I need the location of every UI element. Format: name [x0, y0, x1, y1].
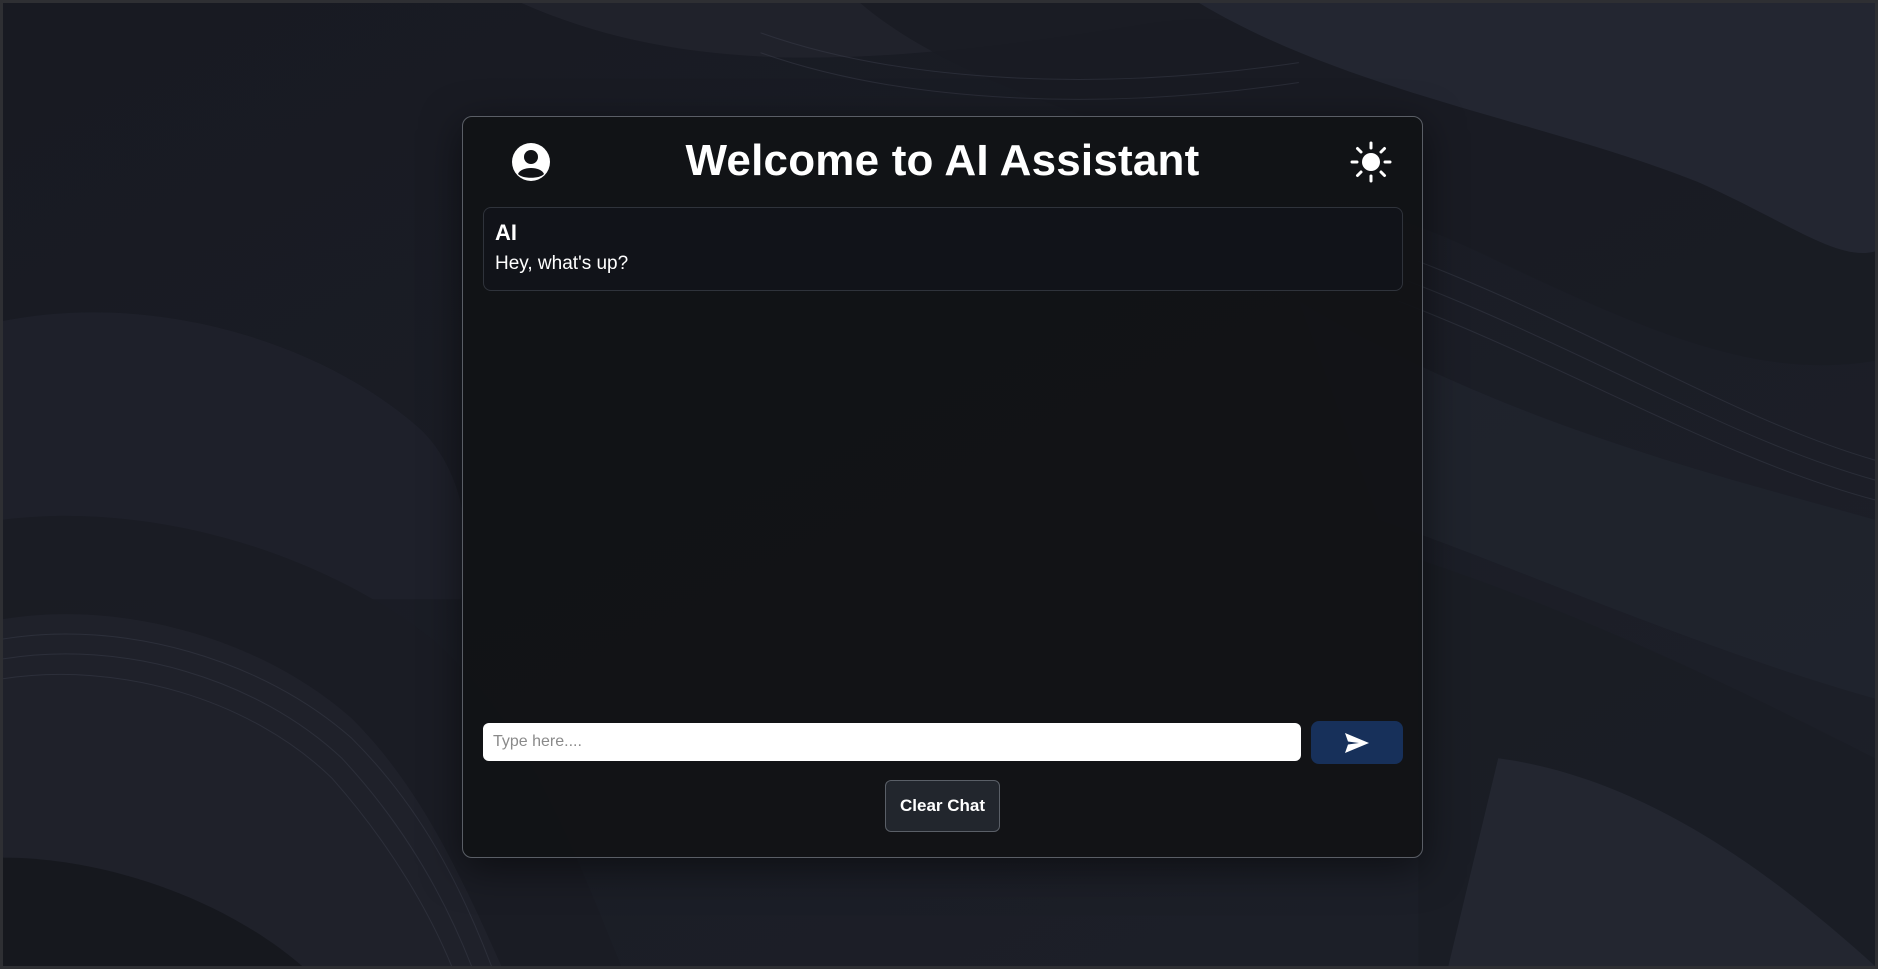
page-title: Welcome to AI Assistant	[685, 136, 1200, 185]
message-sender: AI	[495, 220, 517, 245]
paper-plane-icon	[1345, 732, 1369, 753]
message-input[interactable]	[483, 723, 1301, 761]
message-text: Hey, what's up?	[495, 253, 629, 275]
chat-header: Welcome to AI Assistant	[463, 117, 1422, 207]
app-window: Welcome to AI Assistant AI Hey, what's u…	[0, 0, 1878, 969]
send-button[interactable]	[1311, 721, 1403, 764]
clear-chat-button[interactable]: Clear Chat	[885, 780, 1000, 832]
chat-card: Welcome to AI Assistant AI Hey, what's u…	[462, 116, 1423, 858]
message-bubble: AI Hey, what's up?	[483, 207, 1403, 291]
chat-messages: AI Hey, what's up?	[483, 207, 1403, 807]
sun-icon[interactable]	[1350, 141, 1392, 183]
composer	[483, 721, 1403, 765]
